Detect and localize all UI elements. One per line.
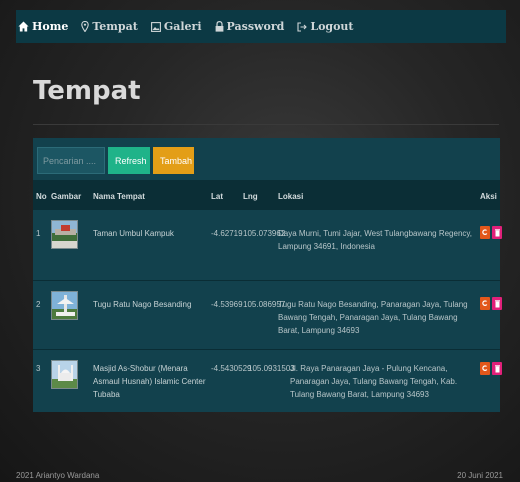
nav-tempat[interactable]: Tempat — [81, 20, 138, 33]
col-header-lokasi: Lokasi — [278, 192, 304, 201]
col-header-lat: Lat — [211, 192, 223, 201]
add-label: Tambah — [160, 155, 193, 166]
row-name: Masjid As-Shobur (Menara Asmaul Husnah) … — [93, 364, 206, 399]
edit-button[interactable] — [480, 362, 490, 375]
nav-galeri-label: Galeri — [163, 20, 202, 33]
refresh-label: Refresh — [115, 155, 147, 166]
add-button[interactable]: Tambah — [153, 147, 194, 174]
trash-icon — [494, 228, 500, 236]
row-lat: -4.5430529 — [211, 364, 252, 373]
table-header: No Gambar Nama Tempat Lat Lng Lokasi Aks… — [33, 180, 500, 210]
col-header-nama: Nama Tempat — [93, 192, 145, 201]
col-header-no: No — [36, 192, 47, 201]
place-thumbnail[interactable] — [51, 291, 78, 320]
trash-icon — [494, 299, 500, 307]
row-lat: -4.53969 — [211, 300, 243, 309]
col-header-gambar: Gambar — [51, 192, 82, 201]
table-panel: Refresh Tambah No Gambar Nama Tempat Lat… — [33, 138, 502, 412]
search-input[interactable] — [37, 147, 105, 174]
delete-button[interactable] — [492, 226, 502, 239]
refresh-button[interactable]: Refresh — [108, 147, 150, 174]
top-navbar: Home Tempat Galeri Password Logout — [16, 10, 506, 43]
row-lokasi: Tugu Ratu Nago Besanding, Panaragan Jaya… — [278, 300, 468, 335]
edit-icon — [482, 365, 488, 371]
row-name: Tugu Ratu Nago Besanding — [93, 300, 192, 309]
row-no: 3 — [36, 364, 41, 373]
title-divider — [33, 124, 499, 125]
col-header-lng: Lng — [243, 192, 258, 201]
footer-date: 20 Juni 2021 — [457, 471, 503, 480]
row-lng: 105.0931503 — [248, 364, 295, 373]
delete-button[interactable] — [492, 297, 502, 310]
place-thumbnail[interactable] — [51, 360, 78, 389]
nav-galeri[interactable]: Galeri — [150, 20, 202, 33]
nav-home[interactable]: Home — [18, 20, 68, 33]
edit-button[interactable] — [480, 226, 490, 239]
nav-logout-label: Logout — [310, 20, 354, 33]
row-no: 2 — [36, 300, 41, 309]
col-header-aksi: Aksi — [480, 192, 497, 201]
table-row: 2 Tugu Ratu Nago Besanding -4.53969 105.… — [33, 281, 502, 349]
row-lat: -4.62719 — [211, 229, 243, 238]
lock-icon — [215, 21, 223, 32]
home-icon — [18, 21, 29, 32]
page-title: Tempat — [33, 76, 141, 106]
nav-password-label: Password — [226, 20, 285, 33]
nav-home-label: Home — [32, 20, 69, 33]
trash-icon — [494, 364, 500, 372]
table-row: 3 Masjid As-Shobur (Menara Asmaul Husnah… — [33, 350, 502, 412]
toolbar: Refresh Tambah — [37, 147, 194, 174]
nav-password[interactable]: Password — [215, 20, 285, 33]
row-no: 1 — [36, 229, 41, 238]
row-lokasi: Daya Murni, Tumi Jajar, West Tulangbawan… — [278, 229, 473, 251]
table-row: 1 Taman Umbul Kampuk -4.62719 105.073962… — [33, 210, 502, 280]
nav-logout[interactable]: Logout — [297, 20, 354, 33]
edit-icon — [482, 229, 488, 235]
edit-icon — [482, 300, 488, 306]
row-lokasi: Jl. Raya Panaragan Jaya - Pulung Kencana… — [290, 364, 458, 399]
edit-button[interactable] — [480, 297, 490, 310]
footer-credit: 2021 Ariantyo Wardana — [16, 471, 100, 480]
place-thumbnail[interactable] — [51, 220, 78, 249]
row-name: Taman Umbul Kampuk — [93, 229, 174, 238]
nav-tempat-label: Tempat — [92, 20, 138, 33]
map-marker-icon — [81, 21, 90, 32]
logout-icon — [297, 21, 308, 32]
delete-button[interactable] — [492, 362, 502, 375]
app-frame: Home Tempat Galeri Password Logout Tempa… — [16, 10, 506, 480]
image-icon — [150, 21, 161, 32]
